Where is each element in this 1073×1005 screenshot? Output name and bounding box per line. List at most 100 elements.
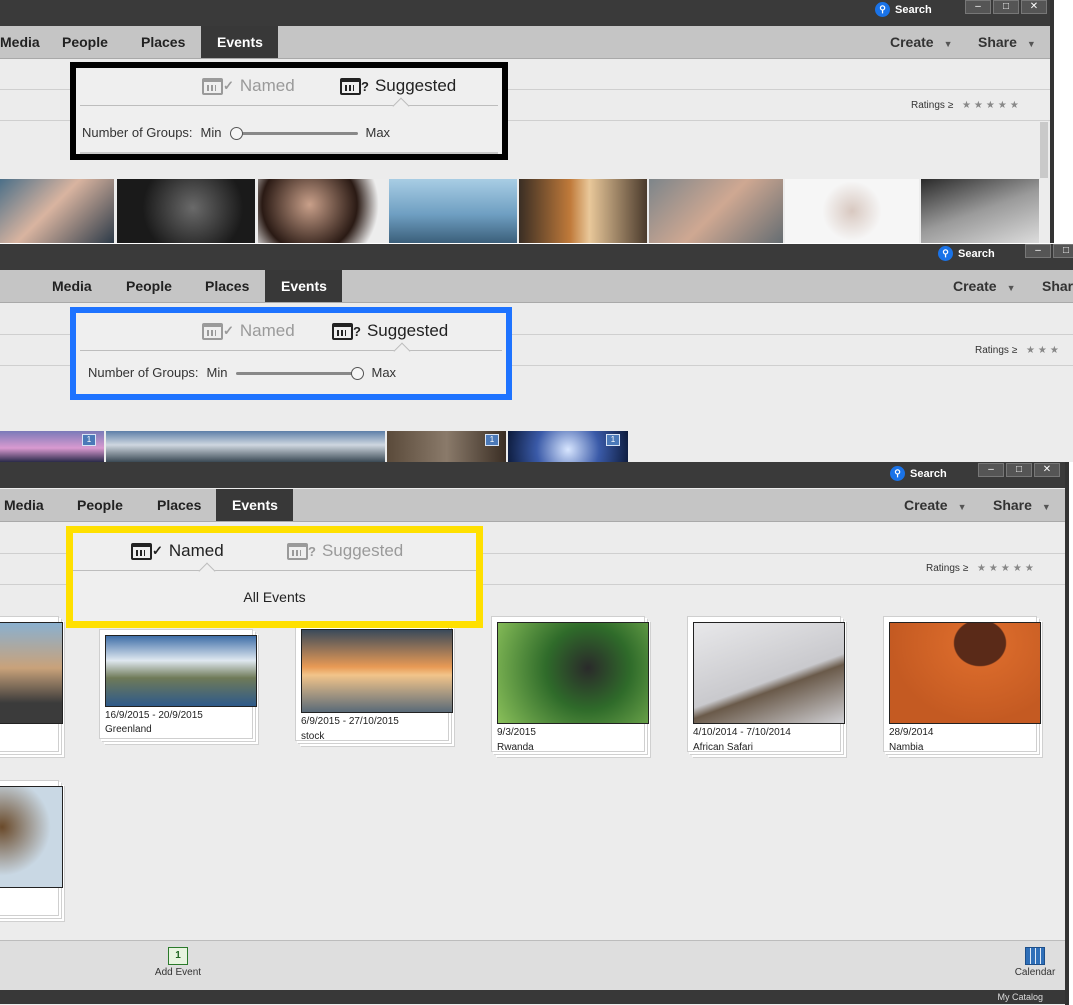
create-label: Create xyxy=(890,34,934,50)
named-tab[interactable]: ✓ Named xyxy=(202,321,295,341)
ratings-label: Ratings xyxy=(975,345,1009,356)
ratings-operator: ≥ xyxy=(962,563,969,574)
create-menu[interactable]: Create ▼ xyxy=(890,26,953,58)
minimize-button[interactable]: – xyxy=(978,463,1004,477)
max-label: Max xyxy=(371,365,397,380)
callout-blue: ✓ Named ? Suggested Number of Groups: Mi… xyxy=(70,307,512,400)
suggested-tab[interactable]: ? Suggested xyxy=(332,321,448,341)
close-button[interactable]: ✕ xyxy=(1034,463,1060,477)
suggested-tab[interactable]: ? Suggested xyxy=(287,541,403,561)
calendar-button[interactable]: Calendar xyxy=(1010,947,1060,978)
event-card[interactable]: 28/9/2014 Nambia xyxy=(883,616,1041,753)
calendar-question-icon xyxy=(332,322,353,340)
divider xyxy=(80,350,502,351)
tab-bar: Media People Places Events Create ▼ Share… xyxy=(0,489,1065,522)
chevron-down-icon: ▼ xyxy=(1041,502,1051,512)
all-events-dropdown[interactable]: All Events xyxy=(73,589,476,605)
event-card[interactable]: 16/9/2015 - 20/9/2015 Greenland xyxy=(99,629,257,739)
event-thumbnail xyxy=(497,622,649,724)
window-controls: – □ ✕ xyxy=(965,0,1047,14)
photo-thumbnail[interactable] xyxy=(785,179,919,243)
photo-thumbnail[interactable] xyxy=(649,179,783,243)
named-tab[interactable]: ✓ Named xyxy=(202,76,295,96)
close-button[interactable]: ✕ xyxy=(1021,0,1047,14)
photo-thumbnail[interactable] xyxy=(117,179,255,243)
photo-thumbnail[interactable] xyxy=(389,179,517,243)
ratings-filter[interactable]: Ratings ≥ ★★★★★ xyxy=(911,100,1022,111)
create-menu[interactable]: Create ▼ xyxy=(953,270,1016,302)
photo-thumbnail[interactable] xyxy=(519,179,647,243)
ratings-filter[interactable]: Ratings ≥ ★★★★★ xyxy=(926,563,1037,574)
tab-events[interactable]: Events xyxy=(216,489,293,521)
add-event-icon: 1 xyxy=(168,947,188,965)
tab-places[interactable]: Places xyxy=(125,26,201,58)
tab-bar: Media People Places Events Create ▼ Share… xyxy=(0,26,1050,59)
create-label: Create xyxy=(904,497,948,513)
event-thumbnail xyxy=(889,622,1041,724)
max-label: Max xyxy=(365,125,391,140)
photo-thumbnail[interactable] xyxy=(0,179,114,243)
suggested-tab[interactable]: ? Suggested xyxy=(340,76,456,96)
photo-thumbnail[interactable]: 1 xyxy=(0,431,104,462)
event-card[interactable]: 016 xyxy=(0,616,63,752)
search-button[interactable]: ⚲ Search xyxy=(938,246,995,261)
search-button[interactable]: ⚲ Search xyxy=(875,2,932,17)
slider-knob[interactable] xyxy=(350,366,364,380)
rating-stars[interactable]: ★★★ xyxy=(1026,345,1062,356)
minimize-button[interactable]: – xyxy=(965,0,991,14)
tab-events[interactable]: Events xyxy=(265,270,342,302)
search-icon: ⚲ xyxy=(938,246,953,261)
add-event-button[interactable]: 1 Add Event xyxy=(150,947,206,978)
share-menu[interactable]: Share ▼ xyxy=(978,26,1036,58)
named-tab[interactable]: ✓ Named xyxy=(131,541,224,561)
divider xyxy=(80,105,498,106)
event-card[interactable]: 0 xyxy=(0,780,63,916)
photo-thumbnail[interactable] xyxy=(106,431,385,462)
groups-slider[interactable] xyxy=(235,366,364,380)
tab-people[interactable]: People xyxy=(46,26,124,58)
slider-knob[interactable] xyxy=(229,126,243,140)
tab-events[interactable]: Events xyxy=(201,26,278,58)
event-card[interactable]: 9/3/2015 Rwanda xyxy=(491,616,649,753)
search-label: Search xyxy=(895,3,932,16)
photo-thumbnail[interactable]: 1 xyxy=(387,431,506,462)
tab-places[interactable]: Places xyxy=(189,270,265,302)
event-card[interactable]: 6/9/2015 - 27/10/2015 stock xyxy=(295,623,453,742)
min-label: Min xyxy=(206,365,228,380)
tab-people[interactable]: People xyxy=(110,270,188,302)
maximize-button[interactable]: □ xyxy=(1053,244,1073,258)
create-label: Create xyxy=(953,278,997,294)
maximize-button[interactable]: □ xyxy=(993,0,1019,14)
search-label: Search xyxy=(910,467,947,480)
photo-thumbnail[interactable] xyxy=(258,179,387,243)
check-mark-icon: ✓ xyxy=(223,323,234,338)
tab-media[interactable]: Media xyxy=(36,270,108,302)
share-label: Share xyxy=(978,34,1017,50)
minimize-button[interactable]: – xyxy=(1025,244,1051,258)
ratings-filter[interactable]: Ratings ≥ ★★★ xyxy=(975,345,1062,356)
groups-slider[interactable] xyxy=(229,126,358,140)
photo-thumbnail[interactable] xyxy=(921,179,1039,243)
rating-stars[interactable]: ★★★★★ xyxy=(962,100,1022,111)
ratings-operator: ≥ xyxy=(947,100,954,111)
tab-people[interactable]: People xyxy=(61,489,139,521)
add-event-label: Add Event xyxy=(154,967,202,978)
tab-places[interactable]: Places xyxy=(141,489,217,521)
tab-media[interactable]: Media xyxy=(0,489,60,521)
maximize-button[interactable]: □ xyxy=(1006,463,1032,477)
event-date: 9/3/2015 xyxy=(497,727,536,738)
search-icon: ⚲ xyxy=(890,466,905,481)
rating-stars[interactable]: ★★★★★ xyxy=(977,563,1037,574)
event-thumbnail xyxy=(0,786,63,888)
groups-label: Number of Groups: xyxy=(82,125,193,140)
photo-thumbnail[interactable]: 1 xyxy=(508,431,628,462)
create-menu[interactable]: Create ▼ xyxy=(904,489,967,521)
share-menu[interactable]: Shar xyxy=(1042,270,1073,302)
search-button[interactable]: ⚲ Search xyxy=(890,466,947,481)
slider-track xyxy=(229,131,358,135)
event-thumbnail xyxy=(693,622,845,724)
divider xyxy=(80,152,498,154)
event-card[interactable]: 4/10/2014 - 7/10/2014 African Safari xyxy=(687,616,845,753)
scrollbar[interactable] xyxy=(1040,122,1048,178)
share-menu[interactable]: Share ▼ xyxy=(993,489,1051,521)
